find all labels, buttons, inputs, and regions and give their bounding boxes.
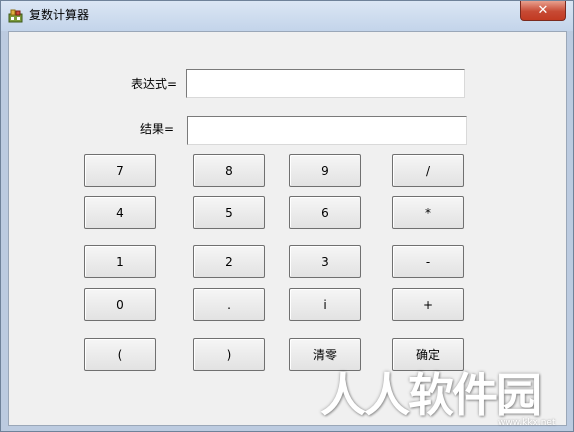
app-icon — [8, 9, 23, 23]
close-icon: ✕ — [537, 3, 549, 18]
digit-6-button[interactable]: 6 — [289, 196, 361, 229]
add-button[interactable]: + — [392, 288, 464, 321]
digit-4-button[interactable]: 4 — [84, 196, 156, 229]
close-button[interactable]: ✕ — [520, 1, 566, 21]
clear-button[interactable]: 清零 — [289, 338, 361, 371]
expression-label: 表达式= — [131, 77, 178, 91]
divide-button[interactable]: / — [392, 154, 464, 187]
digit-2-button[interactable]: 2 — [193, 245, 265, 278]
window-title: 复数计算器 — [29, 8, 90, 22]
imaginary-unit-button[interactable]: i — [289, 288, 361, 321]
digit-7-button[interactable]: 7 — [84, 154, 156, 187]
expression-input[interactable] — [186, 69, 465, 98]
subtract-button[interactable]: - — [392, 245, 464, 278]
right-paren-button[interactable]: ) — [193, 338, 265, 371]
digit-8-button[interactable]: 8 — [193, 154, 265, 187]
decimal-point-button[interactable]: . — [193, 288, 265, 321]
confirm-button[interactable]: 确定 — [392, 338, 464, 371]
left-paren-button[interactable]: ( — [84, 338, 156, 371]
multiply-button[interactable]: * — [392, 196, 464, 229]
client-area: 表达式= 结果= 7 8 9 / 4 5 6 * 1 2 3 - 0 . i +… — [8, 31, 567, 426]
result-label: 结果= — [140, 122, 175, 136]
digit-9-button[interactable]: 9 — [289, 154, 361, 187]
digit-1-button[interactable]: 1 — [84, 245, 156, 278]
result-input[interactable] — [187, 116, 467, 145]
calculator-window: 复数计算器 ✕ 表达式= 结果= 7 8 9 / 4 5 6 * 1 2 3 -… — [0, 0, 574, 432]
digit-3-button[interactable]: 3 — [289, 245, 361, 278]
digit-0-button[interactable]: 0 — [84, 288, 156, 321]
title-bar[interactable]: 复数计算器 ✕ — [1, 1, 573, 31]
digit-5-button[interactable]: 5 — [193, 196, 265, 229]
